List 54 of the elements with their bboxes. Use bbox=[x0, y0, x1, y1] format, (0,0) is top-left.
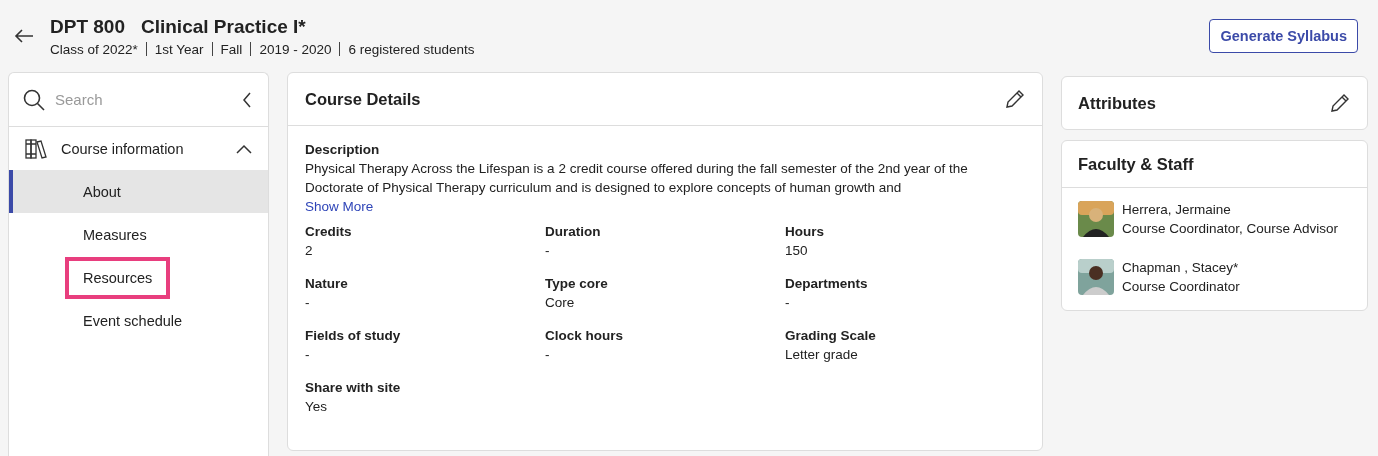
field-label: Departments bbox=[785, 275, 869, 293]
field-value: - bbox=[545, 346, 551, 364]
sidebar-item[interactable]: Event schedule bbox=[9, 299, 268, 342]
card-title: Faculty & Staff bbox=[1078, 154, 1194, 174]
sidebar-item[interactable]: About bbox=[9, 170, 268, 213]
field-value: - bbox=[545, 242, 551, 260]
person-name: Herrera, Jermaine bbox=[1122, 201, 1232, 219]
sidebar-item[interactable]: Measures bbox=[9, 213, 268, 256]
course-meta: 1st Year bbox=[154, 41, 204, 57]
edit-icon[interactable] bbox=[1329, 92, 1351, 114]
person-role: Course Coordinator bbox=[1122, 278, 1240, 296]
field-value: 150 bbox=[785, 242, 809, 260]
field-label: Share with site bbox=[305, 379, 402, 397]
field-label: Nature bbox=[305, 275, 349, 293]
field-label: Credits bbox=[305, 223, 353, 241]
description-text: Physical Therapy Across the Lifespan is a 2 credit course offered during the fall semester of the 2nd year of the Doctorate of Physical Therapy curriculum and is designed to explore concepts of human growth and bbox=[305, 160, 969, 197]
field-value: - bbox=[785, 294, 791, 312]
field-label: Hours bbox=[785, 223, 825, 241]
person-role: Course Coordinator, Course Advisor bbox=[1122, 220, 1339, 238]
section-label[interactable]: Course information bbox=[61, 140, 222, 157]
course-title: Clinical Practice I* bbox=[141, 15, 306, 38]
field-label: Duration bbox=[545, 223, 602, 241]
show-more-link[interactable]: Show More bbox=[305, 197, 374, 216]
field-label: Fields of study bbox=[305, 327, 402, 345]
sidebar-item-label: About bbox=[82, 182, 122, 202]
course-meta: Fall bbox=[220, 41, 243, 57]
field-value: 2 bbox=[305, 242, 314, 260]
course-meta: 6 registered students bbox=[348, 41, 475, 57]
field-value: - bbox=[305, 346, 311, 364]
edit-icon[interactable] bbox=[1004, 88, 1026, 110]
chevron-icon[interactable] bbox=[236, 143, 252, 154]
field-value: - bbox=[305, 294, 311, 312]
search-icon bbox=[23, 88, 45, 111]
course-code: DPT 800 bbox=[50, 15, 125, 38]
collapse-chevron-icon[interactable] bbox=[242, 91, 252, 108]
field-value: Yes bbox=[305, 398, 329, 416]
person-name: Chapman , Stacey* bbox=[1122, 259, 1240, 277]
sidebar-item-label: Event schedule bbox=[82, 311, 184, 331]
card-title: Attributes bbox=[1078, 93, 1156, 113]
course-meta: Class of 2022* bbox=[50, 41, 138, 57]
sidebar-item-label: Measures bbox=[82, 225, 148, 245]
field-label: Type core bbox=[545, 275, 609, 293]
highlight-frame: Resources bbox=[65, 256, 171, 299]
books-icon bbox=[25, 137, 47, 160]
sidebar-item[interactable]: Resources bbox=[9, 256, 268, 299]
field-label: Grading Scale bbox=[785, 327, 877, 345]
course-meta: 2019 - 2020 bbox=[259, 41, 332, 57]
field-value: Core bbox=[545, 294, 576, 312]
field-label: Clock hours bbox=[545, 327, 624, 345]
back-arrow-icon[interactable] bbox=[14, 28, 34, 44]
card-title: Course Details bbox=[305, 89, 421, 109]
field-value: Letter grade bbox=[785, 346, 859, 364]
generate-syllabus-button[interactable]: Generate Syllabus bbox=[1209, 19, 1358, 53]
field-label: Description bbox=[305, 141, 381, 159]
